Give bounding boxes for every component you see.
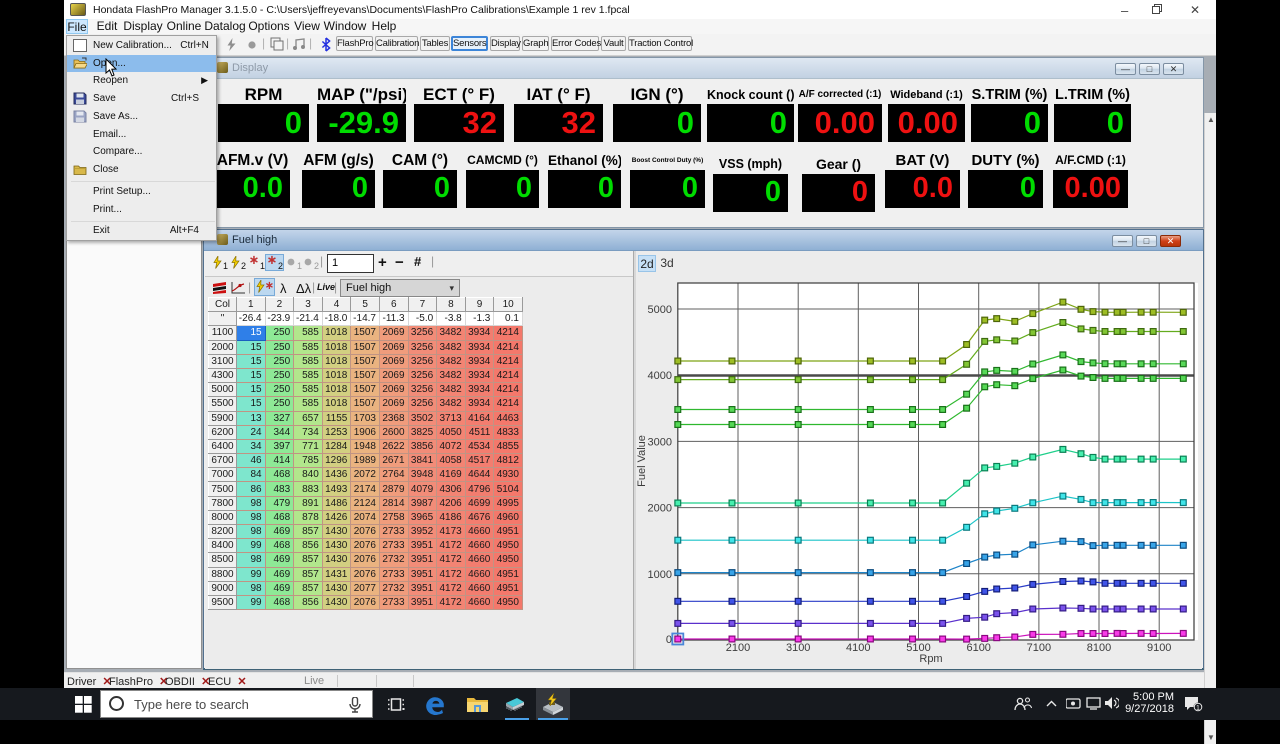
svg-text:2: 2 bbox=[278, 261, 283, 270]
svg-text:4000: 4000 bbox=[648, 370, 672, 382]
svg-text:2100: 2100 bbox=[726, 642, 750, 654]
svg-text:3100: 3100 bbox=[786, 642, 810, 654]
svg-text:9100: 9100 bbox=[1147, 642, 1171, 654]
svg-text:2000: 2000 bbox=[648, 503, 672, 515]
svg-text:5000: 5000 bbox=[648, 304, 672, 316]
svg-text:1: 1 bbox=[223, 261, 228, 270]
svg-text:8100: 8100 bbox=[1087, 642, 1111, 654]
svg-text:6100: 6100 bbox=[966, 642, 990, 654]
svg-text:1: 1 bbox=[297, 261, 302, 270]
svg-text:4100: 4100 bbox=[846, 642, 870, 654]
svg-text:Rpm: Rpm bbox=[919, 653, 942, 665]
svg-text:Fuel Value: Fuel Value bbox=[636, 435, 648, 487]
svg-text:2: 2 bbox=[314, 261, 319, 270]
svg-text:0: 0 bbox=[666, 634, 672, 646]
svg-text:7100: 7100 bbox=[1027, 642, 1051, 654]
svg-text:2: 2 bbox=[241, 261, 246, 270]
svg-text:1: 1 bbox=[1196, 705, 1200, 712]
svg-text:3000: 3000 bbox=[648, 436, 672, 448]
svg-text:1000: 1000 bbox=[648, 569, 672, 581]
